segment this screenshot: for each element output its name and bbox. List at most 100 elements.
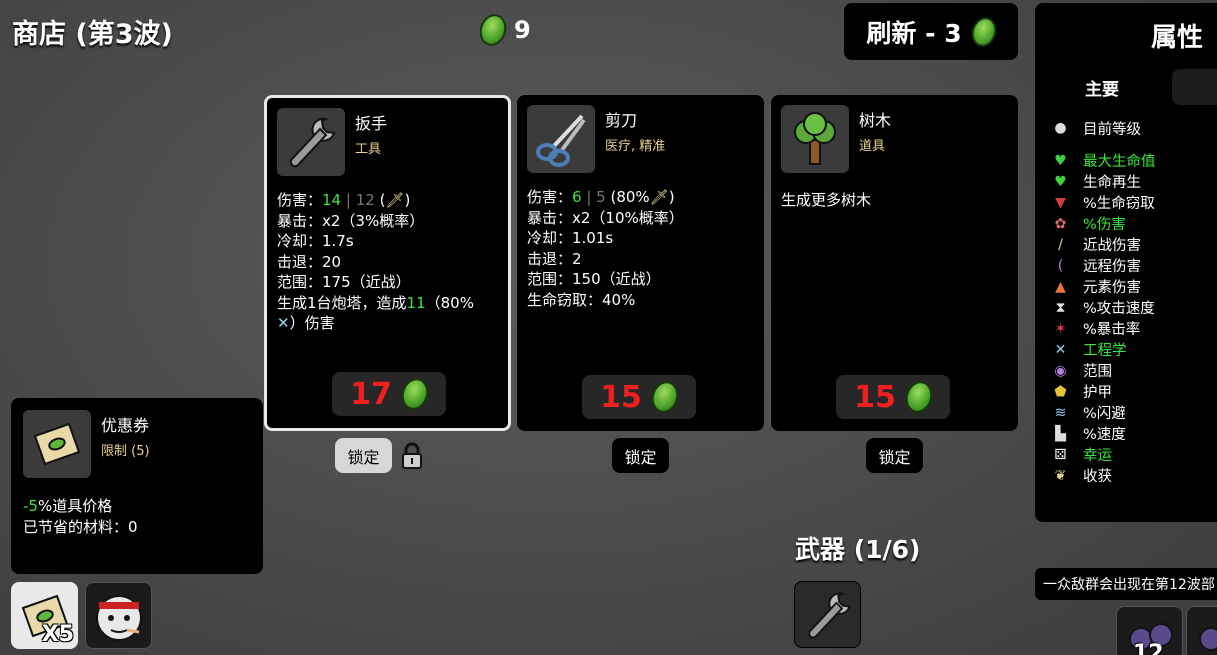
stat-row[interactable]: ▙ %速度 (1051, 423, 1217, 444)
weapon-slot-wrench[interactable] (794, 581, 861, 648)
enemy-preview-slot[interactable] (1186, 606, 1217, 655)
stat-damage: 伤害：14 | 12 (🗡) (277, 191, 411, 209)
stat-label: %攻击速度 (1083, 301, 1155, 317)
stat-row[interactable]: / 近战伤害 (1051, 234, 1217, 255)
item-stats: 伤害：6 | 5 (80%🗡) 暴击：x2（10%概率） 冷却：1.01s 击退… (527, 187, 754, 310)
stats-panel: 属性 主要 ● 目前等级 ♥ 最大生命值 ♥ 生命再生 ▼ %生命窃取 ✿ %伤害 / 近战伤害 (远程… (1035, 3, 1217, 522)
stat-label: %生命窃取 (1083, 196, 1155, 212)
stat-label: %速度 (1083, 427, 1126, 443)
engineering-icon: ✕ (1054, 341, 1067, 358)
dice-icon: ⚄ (1054, 446, 1067, 463)
stat-label: 范围 (1083, 364, 1112, 380)
stats-title: 属性 (1151, 23, 1204, 53)
flame-icon: ▲ (1055, 278, 1066, 295)
level-icon: ● (1054, 120, 1067, 136)
shop-title: 商店 (第3波) (12, 19, 173, 50)
item-tag: 工具 (355, 142, 382, 157)
lock-button[interactable]: 锁定 (335, 438, 392, 473)
coupon-icon (23, 410, 91, 478)
range-icon: ◉ (1054, 362, 1067, 379)
lock-button[interactable]: 锁定 (612, 438, 669, 473)
fangs-icon: ▼ (1055, 194, 1066, 211)
stat-row[interactable]: ⧗ %攻击速度 (1051, 297, 1217, 318)
item-name: 扳手 (355, 114, 388, 133)
melee-damage-icon: 🗡 (385, 191, 405, 209)
wrench-icon (807, 591, 851, 638)
stat-row[interactable]: ▲ 元素伤害 (1051, 276, 1217, 297)
buy-button[interactable]: 15 (836, 375, 950, 419)
stat-row[interactable]: ⚄ 幸运 (1051, 444, 1217, 465)
stat-label: %伤害 (1083, 217, 1126, 233)
item-description: 生成1台炮塔，造成11（80% ✕）伤害 (277, 293, 474, 333)
stat-row[interactable]: ● 目前等级 (1051, 116, 1217, 140)
crit-icon: ✶ (1054, 320, 1067, 337)
stat-label: 生命再生 (1083, 175, 1141, 191)
materials-counter: 9 (475, 10, 531, 50)
stat-damage: 伤害：6 | 5 (80%🗡) (527, 188, 675, 206)
stat-crit: 暴击：x2（3%概率） (277, 211, 425, 230)
stat-row[interactable]: ✕ 工程学 (1051, 339, 1217, 360)
boot-icon: ▙ (1055, 425, 1066, 442)
item-name: 剪刀 (605, 111, 638, 130)
sword-icon: / (1058, 236, 1063, 253)
stat-label: 目前等级 (1083, 121, 1141, 138)
tab-main[interactable]: 主要 (1085, 75, 1119, 100)
lock-button[interactable]: 锁定 (866, 438, 923, 473)
shop-card-wrench[interactable]: 扳手 工具 伤害：14 | 12 (🗡) 暴击：x2（3%概率） 冷却：1.7s… (264, 95, 511, 431)
stat-label: 最大生命值 (1083, 154, 1156, 170)
stat-knockback: 击退：20 (277, 252, 342, 271)
stat-label: 近战伤害 (1083, 238, 1141, 254)
item-stats: 伤害：14 | 12 (🗡) 暴击：x2（3%概率） 冷却：1.7s 击退：20… (277, 190, 498, 334)
stat-row[interactable]: ❦ 收获 (1051, 465, 1217, 486)
shop-card-scissors[interactable]: 剪刀 医疗, 精准 伤害：6 | 5 (80%🗡) 暴击：x2（10%概率） 冷… (517, 95, 764, 431)
stat-crit: 暴击：x2（10%概率） (527, 208, 684, 227)
material-coin-icon (397, 374, 433, 414)
stat-cooldown: 冷却：1.01s (527, 229, 614, 247)
scissors-icon (527, 105, 595, 173)
materials-value: 9 (514, 16, 531, 44)
stat-label: 收获 (1083, 469, 1112, 485)
character-portrait-icon (95, 594, 142, 641)
stat-row[interactable]: ▼ %生命窃取 (1051, 192, 1217, 213)
engineering-icon: ✕ (277, 314, 290, 332)
refresh-button[interactable]: 刷新 - 3 (844, 3, 1018, 60)
material-coin-icon (475, 10, 511, 50)
inventory-slot-character[interactable] (85, 582, 152, 649)
melee-damage-icon: 🗡 (649, 188, 669, 206)
inventory-slot-coupon[interactable]: X5 (11, 582, 78, 649)
stat-row[interactable]: ♥ 生命再生 (1051, 171, 1217, 192)
stat-label: %暴击率 (1083, 322, 1141, 338)
stat-label: 元素伤害 (1083, 280, 1141, 296)
stat-row[interactable]: (远程伤害 (1051, 255, 1217, 276)
hourglass-icon: ⧗ (1055, 299, 1066, 316)
item-count-badge: X5 (41, 622, 74, 647)
shop-card-tree[interactable]: 树木 道具 生成更多树木 15 (771, 95, 1018, 431)
material-coin-icon (647, 377, 683, 417)
stat-label: 护甲 (1083, 385, 1112, 401)
stat-row[interactable]: ⬟ 护甲 (1051, 381, 1217, 402)
coupon-effect: -5%道具价格 (23, 497, 113, 515)
stat-row[interactable]: ♥ 最大生命值 (1051, 150, 1217, 171)
buy-button[interactable]: 15 (582, 375, 696, 419)
item-description: 生成更多树木 (781, 191, 872, 209)
tab-secondary[interactable] (1172, 69, 1217, 105)
stat-label: 工程学 (1083, 343, 1127, 359)
buy-button[interactable]: 17 (332, 372, 446, 416)
item-price: 15 (600, 379, 642, 415)
item-tag: 道具 (859, 139, 886, 154)
heart-regen-icon: ♥ (1054, 173, 1067, 190)
stat-row[interactable]: ✶ %暴击率 (1051, 318, 1217, 339)
stat-row[interactable]: ✿ %伤害 (1051, 213, 1217, 234)
stat-row[interactable]: ◉ 范围 (1051, 360, 1217, 381)
stat-row[interactable]: ≋ %闪避 (1051, 402, 1217, 423)
material-coin-icon (901, 377, 937, 417)
enemy-preview-slot[interactable]: 12 (1116, 606, 1183, 655)
brain-icon: ✿ (1054, 215, 1067, 232)
item-tag: 医疗, 精准 (605, 139, 666, 154)
item-name: 树木 (859, 111, 892, 130)
stat-range: 范围：175（近战） (277, 273, 411, 291)
coupon-detail-panel: 优惠券 限制 (5) -5%道具价格 已节省的材料：0 (11, 398, 263, 574)
stat-label: 远程伤害 (1083, 259, 1141, 275)
stat-cooldown: 冷却：1.7s (277, 232, 354, 250)
lock-icon (401, 442, 423, 474)
